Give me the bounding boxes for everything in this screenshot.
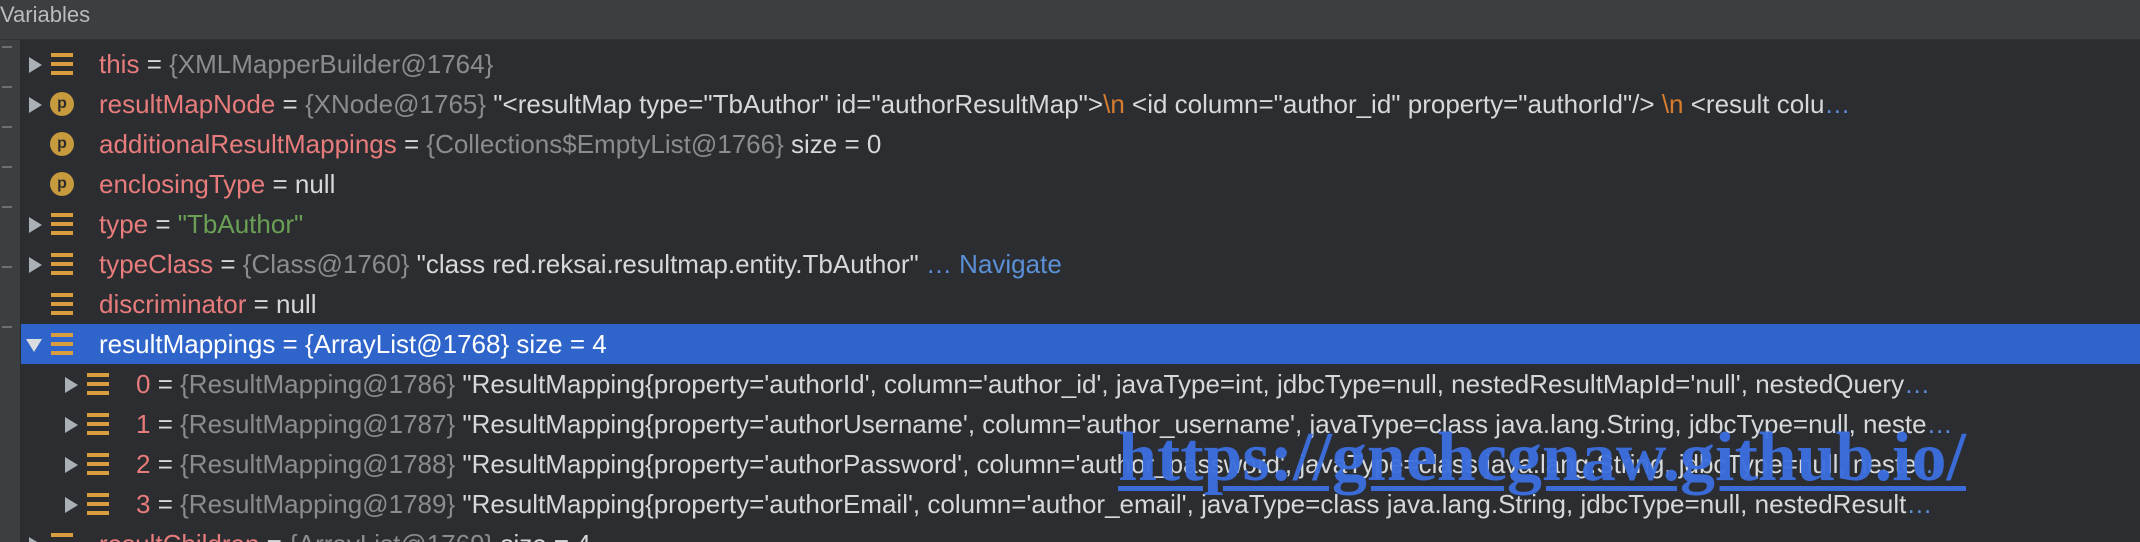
chevron-right-icon[interactable]: [65, 417, 78, 433]
parameter-p-icon: p: [50, 92, 74, 116]
tree-row-resultMappings[interactable]: resultMappings = {ArrayList@1768} size =…: [21, 324, 2140, 364]
variable-name: this: [99, 49, 140, 79]
variable-value: null: [276, 289, 317, 319]
variable-value: null: [294, 169, 336, 199]
panel-title: Variables: [0, 2, 91, 27]
field-list-icon: [51, 53, 73, 75]
parameter-p-icon: p: [50, 172, 74, 196]
chevron-down-icon[interactable]: [26, 339, 42, 352]
field-list-icon: [51, 333, 73, 355]
tree-row-element-0[interactable]: 0 = {ResultMapping@1786} "ResultMapping{…: [21, 364, 2140, 404]
element-index: 1: [136, 409, 151, 439]
object-reference: {ResultMapping@1786}: [180, 369, 456, 399]
escape-newline: \n: [1103, 89, 1125, 119]
tree-row-resultMapNode[interactable]: p resultMapNode = {XNode@1765} "<resultM…: [21, 84, 2140, 124]
variables-panel-header: Variables: [0, 0, 2140, 40]
tree-row-enclosingType[interactable]: p enclosingType = null: [21, 164, 2140, 204]
variable-value: size = 0: [783, 129, 882, 159]
variable-name: enclosingType: [99, 169, 266, 199]
toolbar-icon[interactable]: [2, 266, 12, 268]
variable-name: typeClass: [99, 249, 214, 279]
field-list-icon: [87, 373, 109, 395]
element-index: 0: [136, 369, 151, 399]
parameter-p-icon: p: [50, 132, 74, 156]
variable-name: resultChildren: [99, 529, 259, 542]
toolbar-icon[interactable]: [2, 166, 12, 168]
tree-row-typeClass[interactable]: typeClass = {Class@1760} "class red.reks…: [21, 244, 2140, 284]
element-index: 3: [136, 489, 151, 519]
field-list-icon: [51, 293, 73, 315]
tree-row-this[interactable]: this = {XMLMapperBuilder@1764}: [21, 44, 2140, 84]
navigate-link[interactable]: … Navigate: [919, 249, 1062, 279]
toolbar-icon[interactable]: [2, 126, 12, 128]
variable-value: "ResultMapping{property='authorId', colu…: [455, 369, 1905, 399]
tree-row-discriminator[interactable]: discriminator = null: [21, 284, 2140, 324]
object-reference: {ResultMapping@1789}: [180, 489, 456, 519]
variable-name: resultMappings: [99, 329, 276, 359]
variable-name: additionalResultMappings: [99, 129, 397, 159]
watermark-url: https://gnehcgnaw.github.io/: [1118, 419, 1966, 496]
element-index: 2: [136, 449, 151, 479]
field-list-icon: [51, 213, 73, 235]
variable-value: <id column="author_id" property="authorI…: [1124, 89, 1662, 119]
object-reference: {ResultMapping@1787}: [180, 409, 456, 439]
chevron-right-icon[interactable]: [65, 377, 78, 393]
object-reference: {ArrayList@1768}: [304, 329, 510, 359]
toolbar-icon[interactable]: [2, 326, 12, 328]
chevron-right-icon[interactable]: [29, 97, 42, 113]
tree-row-additionalResultMappings[interactable]: p additionalResultMappings = {Collection…: [21, 124, 2140, 164]
variable-value: size = 4: [509, 329, 607, 359]
field-list-icon: [87, 413, 109, 435]
tree-row-resultChildren[interactable]: resultChildren = {ArrayList@1769} size =…: [21, 524, 2140, 542]
variable-name: resultMapNode: [99, 89, 276, 119]
object-reference: {ArrayList@1769}: [289, 529, 493, 542]
variable-value: "class red.reksai.resultmap.entity.TbAut…: [409, 249, 919, 279]
debugger-toolbar-gutter: [0, 40, 21, 542]
chevron-right-icon[interactable]: [29, 257, 42, 273]
object-reference: {XMLMapperBuilder@1764}: [169, 49, 494, 79]
variable-value: size = 4: [493, 529, 590, 542]
variable-name: discriminator: [99, 289, 247, 319]
toolbar-icon[interactable]: [2, 46, 12, 48]
field-list-icon: [51, 253, 73, 275]
chevron-right-icon[interactable]: [29, 217, 42, 233]
object-reference: {Collections$EmptyList@1766}: [426, 129, 784, 159]
string-value: "TbAuthor": [177, 209, 304, 239]
variable-value: <result colu: [1683, 89, 1825, 119]
tree-row-type[interactable]: type = "TbAuthor": [21, 204, 2140, 244]
field-list-icon: [51, 533, 73, 542]
expand-ellipsis[interactable]: …: [1904, 369, 1930, 399]
object-reference: {Class@1760}: [242, 249, 410, 279]
toolbar-icon[interactable]: [2, 86, 12, 88]
object-reference: {XNode@1765}: [304, 89, 487, 119]
escape-newline: \n: [1661, 89, 1684, 119]
variable-value: "<resultMap type="TbAuthor" id="authorRe…: [486, 89, 1104, 119]
chevron-right-icon[interactable]: [65, 497, 78, 513]
field-list-icon: [87, 453, 109, 475]
object-reference: {ResultMapping@1788}: [180, 449, 456, 479]
expand-ellipsis[interactable]: …: [1824, 89, 1850, 119]
field-list-icon: [87, 493, 109, 515]
chevron-right-icon[interactable]: [29, 57, 42, 73]
toolbar-icon[interactable]: [2, 206, 12, 208]
chevron-right-icon[interactable]: [65, 457, 78, 473]
chevron-right-icon[interactable]: [29, 537, 42, 542]
variable-name: type: [99, 209, 149, 239]
